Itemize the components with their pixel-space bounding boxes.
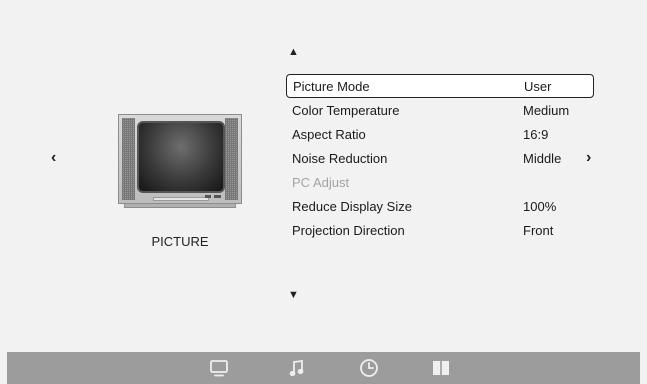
menu-item-pc-adjust: PC Adjust [286,170,594,194]
category-bar [7,352,640,384]
menu-item-projection-direction[interactable]: Projection Direction Front [286,218,594,242]
tv-illustration-icon [118,114,242,208]
tv-slot [153,197,209,201]
menu-item-value: User [524,78,552,94]
menu-item-label: PC Adjust [292,174,350,190]
tv-speaker-left [122,118,135,200]
previous-category-arrow[interactable]: ‹ [51,150,56,166]
scroll-up-arrow[interactable]: ▲ [288,46,299,58]
book-icon[interactable] [430,357,452,379]
menu-item-label: Reduce Display Size [292,198,412,214]
menu-item-label: Picture Mode [293,78,370,94]
menu-item-label: Color Temperature [292,102,400,118]
settings-menu: Picture Mode User Color Temperature Medi… [286,74,594,242]
menu-item-value: Middle [523,150,562,166]
tv-speaker-right [225,118,238,200]
menu-item-reduce-display-size[interactable]: Reduce Display Size 100% [286,194,594,218]
tv-osd-screen: ‹ › PICTURE ▲ Picture Mode User Color Te… [0,0,647,384]
tv-base [124,204,236,208]
menu-item-value: Medium [523,102,570,118]
tv-body [118,114,242,204]
clock-icon[interactable] [358,357,380,379]
music-note-icon[interactable] [286,357,308,379]
menu-item-label: Aspect Ratio [292,126,366,142]
menu-item-value: 100% [523,198,557,214]
section-label: PICTURE [151,234,209,249]
menu-item-value: 16:9 [523,126,549,142]
menu-item-label: Noise Reduction [292,150,388,166]
menu-item-aspect-ratio[interactable]: Aspect Ratio 16:9 [286,122,594,146]
monitor-icon[interactable] [208,357,230,379]
tv-buttons [205,195,221,198]
menu-item-label: Projection Direction [292,222,405,238]
menu-item-color-temperature[interactable]: Color Temperature Medium [286,98,594,122]
scroll-down-arrow[interactable]: ▼ [288,289,299,301]
menu-item-picture-mode[interactable]: Picture Mode User [286,74,594,98]
menu-item-value: Front [523,222,554,238]
tv-screen [137,121,225,193]
menu-item-noise-reduction[interactable]: Noise Reduction Middle [286,146,594,170]
